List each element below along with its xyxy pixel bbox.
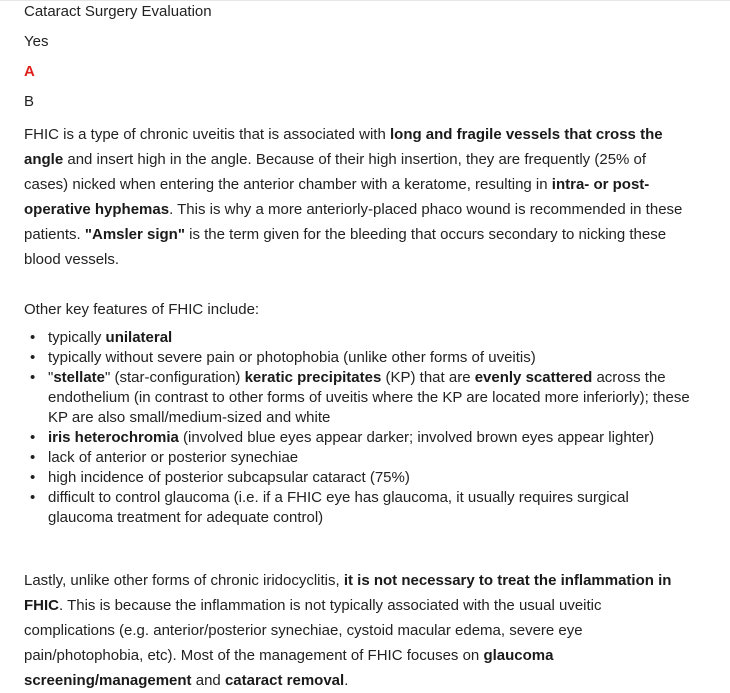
explanation-paragraph-1: FHIC is a type of chronic uveitis that i…: [24, 122, 694, 272]
text-segment: difficult to control glaucoma (i.e. if a…: [48, 489, 629, 526]
bold-segment: cataract removal: [224, 672, 345, 689]
bold-segment: "Amsler sign": [84, 226, 185, 243]
text-segment: (involved blue eyes appear darker; invol…: [178, 429, 655, 446]
text-segment: high incidence of posterior subcapsular …: [48, 469, 410, 486]
list-item: "stellate" (star-configuration) keratic …: [24, 368, 694, 428]
bold-segment: iris heterochromia: [48, 429, 179, 446]
bold-segment: stellate: [53, 369, 106, 386]
explanation-content: Cataract Surgery Evaluation Yes A B FHIC…: [24, 0, 694, 693]
explanation-paragraph-3: Lastly, unlike other forms of chronic ir…: [24, 568, 694, 693]
page-title: Cataract Surgery Evaluation: [24, 3, 212, 20]
features-intro: Other key features of FHIC include:: [24, 301, 260, 318]
text-segment: FHIC is a type of chronic uveitis that i…: [24, 126, 390, 143]
list-item: typically unilateral: [24, 328, 694, 348]
text-segment: typically without severe pain or photoph…: [48, 349, 536, 366]
option-a-label: A: [24, 63, 35, 80]
list-item: difficult to control glaucoma (i.e. if a…: [24, 488, 694, 528]
bold-segment: keratic precipitates: [244, 369, 382, 386]
text-segment: (KP) that are: [381, 369, 475, 386]
answer-text: Yes: [24, 33, 49, 50]
list-item: iris heterochromia (involved blue eyes a…: [24, 428, 694, 448]
text-segment: .: [344, 672, 349, 689]
list-item: high incidence of posterior subcapsular …: [24, 468, 694, 488]
bold-segment: unilateral: [105, 329, 173, 346]
list-item: lack of anterior or posterior synechiae: [24, 448, 694, 468]
features-list: typically unilateral typically without s…: [24, 328, 694, 528]
bold-segment: evenly scattered: [474, 369, 593, 386]
text-segment: " (star-configuration): [105, 369, 245, 386]
text-segment: Lastly, unlike other forms of chronic ir…: [24, 572, 344, 589]
list-item: typically without severe pain or photoph…: [24, 348, 694, 368]
text-segment: typically: [48, 329, 106, 346]
text-segment: and: [191, 672, 225, 689]
text-segment: lack of anterior or posterior synechiae: [48, 449, 299, 466]
option-b-label: B: [24, 93, 35, 110]
